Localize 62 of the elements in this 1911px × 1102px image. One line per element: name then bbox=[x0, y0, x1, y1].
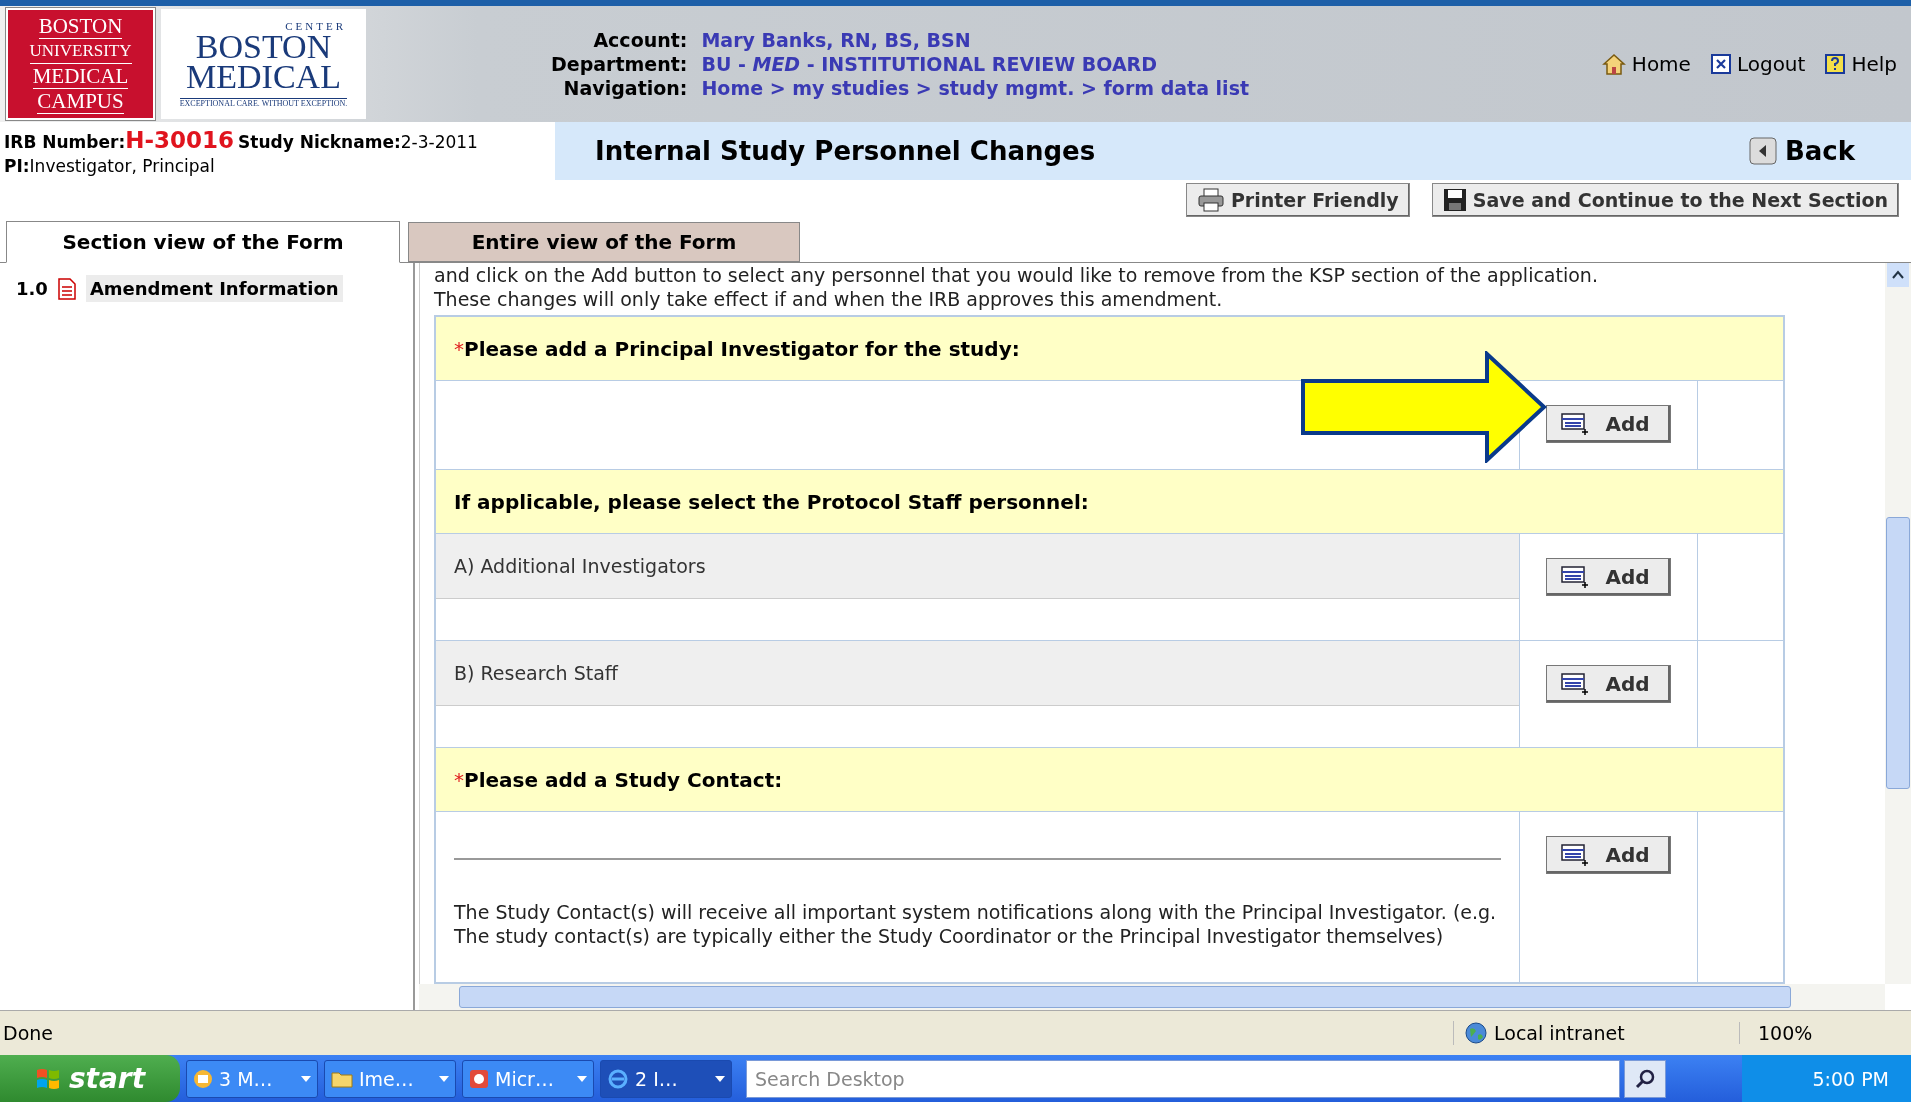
help-link[interactable]: Help bbox=[1825, 52, 1897, 76]
caret-icon bbox=[715, 1075, 725, 1082]
house-icon bbox=[1601, 53, 1626, 75]
field-label: Department: bbox=[551, 53, 688, 75]
caret-icon bbox=[577, 1075, 587, 1082]
irb-number-label: IRB Number: bbox=[4, 132, 126, 152]
intro-text: and click on the Add button to select any personnel that you would like to remove from the KSP section of the application. These changes will only take effect if and when the IRB approves this amendment. bbox=[434, 263, 1599, 311]
caret-icon bbox=[439, 1075, 449, 1082]
save-continue-button[interactable]: Save and Continue to the Next Section bbox=[1431, 183, 1899, 217]
field-label: Navigation: bbox=[562, 77, 688, 99]
field-value: Mary Banks, RN, BS, BSN bbox=[701, 29, 972, 51]
search-icon[interactable] bbox=[1624, 1059, 1666, 1098]
field-value: Home > my studies > study mgmt. > form data list bbox=[701, 77, 1250, 99]
field-label: Account: bbox=[592, 29, 688, 51]
sidebar-item[interactable]: Amendment Information bbox=[85, 275, 343, 302]
add-button[interactable]: Add bbox=[1546, 558, 1671, 596]
search-field[interactable]: Search Desktop bbox=[746, 1059, 1620, 1098]
windows-logo-icon bbox=[34, 1066, 61, 1091]
nickname-value: 2-3-2011 bbox=[400, 132, 478, 152]
section-number: 1.0 bbox=[16, 278, 48, 299]
status-text: Done bbox=[3, 1022, 53, 1044]
back-button[interactable]: Back bbox=[1742, 135, 1861, 167]
required-mark: * bbox=[454, 336, 464, 361]
zoom-level[interactable]: 100% bbox=[1739, 1022, 1908, 1044]
document-icon bbox=[57, 277, 76, 300]
help-icon bbox=[1825, 54, 1846, 74]
section-title: Please add a Principal Investigator for the study: bbox=[464, 336, 1020, 361]
form-view-tab[interactable]: Entire view of the Form bbox=[408, 222, 800, 262]
envelope-icon bbox=[193, 1068, 213, 1089]
field-value: BU - MED - INSTITUTIONAL REVIEW BOARD bbox=[701, 53, 1158, 75]
printer-friendly-button[interactable]: Printer Friendly bbox=[1185, 183, 1410, 217]
add-button[interactable]: Add bbox=[1546, 665, 1671, 703]
page-title: Internal Study Personnel Changes bbox=[595, 136, 1096, 166]
role-label: B) Research Staff bbox=[436, 641, 1519, 706]
irb-number: H-30016 bbox=[125, 127, 235, 153]
app-icon bbox=[469, 1068, 489, 1089]
form-view-tab[interactable]: Section view of the Form bbox=[6, 221, 400, 263]
logout-link[interactable]: Logout bbox=[1710, 52, 1806, 76]
clock: 5:00 PM bbox=[1812, 1067, 1889, 1090]
caret-icon bbox=[301, 1075, 311, 1082]
close-icon bbox=[1710, 54, 1731, 74]
pi-label: PI: bbox=[4, 156, 30, 176]
contact-note: The Study Contact(s) will receive all important system notifications along with the Principal Investigator. (e.g. The study contact(s) are typically either the Study Coordinator or the Principal Investigator themselves) bbox=[454, 900, 1498, 948]
printer-icon bbox=[1196, 188, 1225, 212]
add-button[interactable]: Add bbox=[1546, 405, 1671, 443]
nickname-label: Study Nickname: bbox=[238, 132, 401, 152]
start-button[interactable]: start bbox=[0, 1055, 180, 1102]
horizontal-scrollbar[interactable] bbox=[419, 984, 1885, 1010]
add-button[interactable]: Add bbox=[1546, 836, 1671, 874]
medical-center-logo: CENTER BOSTON MEDICAL EXCEPTIONAL CARE. WITHOUT EXCEPTION. bbox=[161, 9, 366, 119]
pi-value: Investigator, Principal bbox=[29, 156, 215, 176]
security-zone: Local intranet bbox=[1494, 1022, 1625, 1044]
vertical-scrollbar[interactable] bbox=[1885, 263, 1911, 984]
section-title: Please add a Study Contact: bbox=[464, 767, 783, 792]
required-mark: * bbox=[454, 767, 464, 792]
folder-icon bbox=[331, 1069, 353, 1088]
globe-icon bbox=[1464, 1021, 1488, 1045]
taskbar-button[interactable]: 2 I… bbox=[600, 1059, 732, 1098]
section-title: If applicable, please select the Protocol Staff personnel: bbox=[454, 489, 1089, 514]
home-link[interactable]: Home bbox=[1601, 52, 1691, 76]
role-label: A) Additional Investigators bbox=[436, 534, 1519, 599]
university-logo: BOSTON UNIVERSITY MEDICAL CAMPUS bbox=[6, 8, 155, 120]
